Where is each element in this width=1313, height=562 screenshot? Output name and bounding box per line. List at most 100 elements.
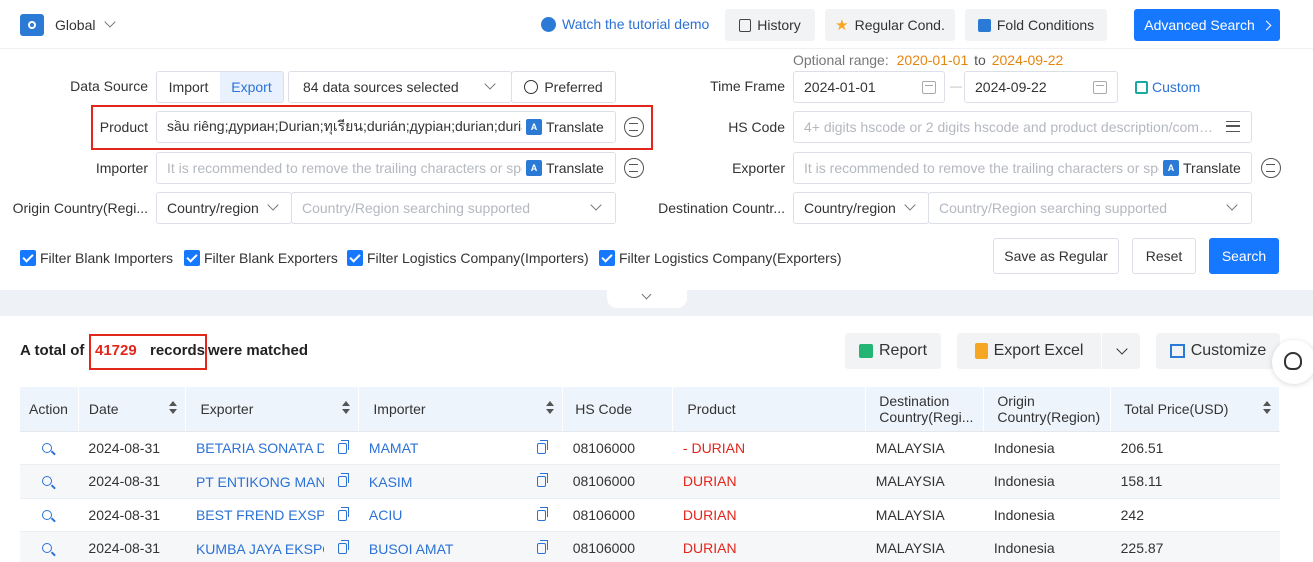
search-icon[interactable] xyxy=(42,543,52,554)
cell-date: 2024-08-31 xyxy=(78,464,186,499)
custom-link[interactable]: Custom xyxy=(1135,79,1200,95)
filter-logistics-exporters-label: Filter Logistics Company(Exporters) xyxy=(619,250,842,266)
globe-icon xyxy=(541,16,556,32)
filter-blank-exporters-checkbox[interactable] xyxy=(184,250,200,266)
filter-logistics-importers-label: Filter Logistics Company(Importers) xyxy=(367,250,589,266)
column-header-action: Action xyxy=(20,387,79,432)
global-badge-icon xyxy=(20,14,44,36)
hs-code-label: HS Code xyxy=(728,119,785,135)
cell-hs-code: 08106000 xyxy=(562,498,673,532)
export-excel-button[interactable]: Export Excel xyxy=(957,333,1101,369)
history-icon xyxy=(739,18,752,32)
cell-exporter[interactable]: PT ENTIKONG MAND xyxy=(185,464,359,499)
copy-icon[interactable] xyxy=(536,439,548,454)
filter-blank-importers-label: Filter Blank Importers xyxy=(40,250,174,266)
search-panel: Global Watch the tutorial demo History ★… xyxy=(0,0,1313,290)
cell-exporter[interactable]: BETARIA SONATA DE xyxy=(185,431,359,465)
cell-importer[interactable]: MAMAT xyxy=(358,431,563,465)
regular-cond-button[interactable]: ★ Regular Cond. xyxy=(825,9,955,41)
row-action[interactable] xyxy=(20,464,79,499)
column-header-date[interactable]: Date xyxy=(78,387,187,432)
regular-cond-label: Regular Cond. xyxy=(854,17,945,33)
search-button[interactable]: Search xyxy=(1209,238,1279,274)
importer-link[interactable]: BUSOI AMAT xyxy=(369,541,529,557)
cell-destination: MALAYSIA xyxy=(865,498,984,532)
tab-import[interactable]: Import xyxy=(157,72,220,102)
tab-export[interactable]: Export xyxy=(220,72,283,102)
product-list-icon[interactable] xyxy=(624,117,644,137)
history-label: History xyxy=(757,17,801,33)
search-icon[interactable] xyxy=(42,476,52,487)
date-separator: — xyxy=(950,79,962,93)
table-row: 2024-08-31 BETARIA SONATA DE MAMAT 081060… xyxy=(20,431,1280,465)
origin-country-select[interactable]: Country/Region searching supported xyxy=(291,192,616,224)
column-header-origin: Origin Country(Region) xyxy=(983,387,1112,432)
advanced-search-button[interactable]: Advanced Search xyxy=(1134,9,1280,41)
copy-icon[interactable] xyxy=(536,473,548,488)
data-sources-select[interactable]: 84 data sources selected xyxy=(288,71,512,103)
row-action[interactable] xyxy=(20,498,79,532)
cell-exporter[interactable]: KUMBA JAYA EKSPO xyxy=(185,531,359,562)
customize-button[interactable]: Customize xyxy=(1156,333,1280,369)
export-dropdown-button[interactable] xyxy=(1102,333,1140,369)
copy-icon[interactable] xyxy=(337,506,349,521)
column-header-importer[interactable]: Importer xyxy=(358,387,564,432)
copy-icon[interactable] xyxy=(337,439,349,454)
copy-icon[interactable] xyxy=(337,473,349,488)
collapse-toggle[interactable] xyxy=(607,289,687,308)
cell-importer[interactable]: BUSOI AMAT xyxy=(358,531,563,562)
cell-importer[interactable]: KASIM xyxy=(358,464,563,499)
product-translate-button[interactable]: A Translate xyxy=(522,114,612,140)
copy-icon[interactable] xyxy=(536,506,548,521)
exporter-link[interactable]: PT ENTIKONG MAND xyxy=(196,474,324,490)
row-action[interactable] xyxy=(20,431,79,465)
calendar-icon xyxy=(1093,81,1107,94)
save-as-regular-button[interactable]: Save as Regular xyxy=(993,238,1119,274)
tutorial-link[interactable]: Watch the tutorial demo xyxy=(541,16,709,32)
preferred-button[interactable]: Preferred xyxy=(511,71,616,103)
cell-destination: MALAYSIA xyxy=(865,431,984,465)
filter-logistics-importers-checkbox[interactable] xyxy=(347,250,363,266)
importer-link[interactable]: MAMAT xyxy=(369,440,529,456)
filter-logistics-exporters-checkbox[interactable] xyxy=(599,250,615,266)
hs-code-input[interactable]: 4+ digits hscode or 2 digits hscode and … xyxy=(793,111,1252,143)
cell-exporter[interactable]: BEST FREND EXSPO xyxy=(185,498,359,532)
cell-product: - DURIAN xyxy=(672,431,866,465)
importer-translate-button[interactable]: A Translate xyxy=(522,155,612,181)
column-header-exporter[interactable]: Exporter xyxy=(185,387,360,432)
cell-importer[interactable]: ACIU xyxy=(358,498,563,532)
copy-icon[interactable] xyxy=(536,540,548,555)
cell-hs-code: 08106000 xyxy=(562,531,673,562)
exporter-translate-button[interactable]: A Translate xyxy=(1159,155,1249,181)
search-icon[interactable] xyxy=(42,509,52,520)
search-icon[interactable] xyxy=(42,442,52,453)
exporter-link[interactable]: KUMBA JAYA EKSPO xyxy=(196,541,324,557)
column-header-total-price[interactable]: Total Price(USD) xyxy=(1110,387,1280,432)
report-button[interactable]: Report xyxy=(845,333,941,369)
product-label: Product xyxy=(99,119,148,135)
exporter-list-icon[interactable] xyxy=(1261,158,1281,178)
filter-blank-importers-checkbox[interactable] xyxy=(20,250,36,266)
headset-icon xyxy=(1284,352,1302,370)
fold-conditions-button[interactable]: Fold Conditions xyxy=(965,9,1107,41)
column-header-destination: Destination Country(Regi... xyxy=(865,387,985,432)
destination-country-select[interactable]: Country/Region searching supported xyxy=(928,192,1252,224)
importer-list-icon[interactable] xyxy=(624,158,644,178)
results-table: Action Date Exporter Importer HS Code Pr… xyxy=(20,387,1280,562)
scope-select[interactable]: Global xyxy=(55,16,95,34)
cell-destination: MALAYSIA xyxy=(865,464,984,499)
list-icon[interactable] xyxy=(1226,121,1240,132)
history-button[interactable]: History xyxy=(725,9,815,41)
chevron-right-icon xyxy=(1261,20,1272,30)
importer-link[interactable]: ACIU xyxy=(369,507,529,523)
exporter-link[interactable]: BEST FREND EXSPO xyxy=(196,507,324,523)
exporter-link[interactable]: BETARIA SONATA DE xyxy=(196,440,324,456)
table-row: 2024-08-31 KUMBA JAYA EKSPO BUSOI AMAT 08… xyxy=(20,531,1280,562)
reset-button[interactable]: Reset xyxy=(1132,238,1196,274)
cell-date: 2024-08-31 xyxy=(78,431,186,465)
fold-icon xyxy=(977,18,991,32)
support-button[interactable] xyxy=(1272,340,1313,384)
importer-link[interactable]: KASIM xyxy=(369,474,529,490)
copy-icon[interactable] xyxy=(337,540,349,555)
row-action[interactable] xyxy=(20,531,79,562)
